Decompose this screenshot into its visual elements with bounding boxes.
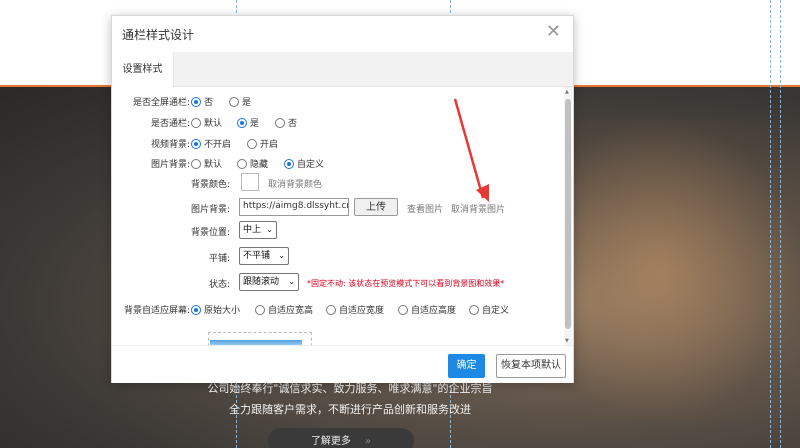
fullscreen-no-radio[interactable]: 否 (191, 95, 213, 108)
radio-icon (191, 158, 201, 169)
radio-label: 是 (250, 119, 260, 129)
double-chevron-icon: » (364, 436, 372, 447)
radio-label: 自适应高度 (411, 306, 457, 316)
dialog-title: 通栏样式设计 (122, 28, 195, 42)
banner-no-radio[interactable]: 否 (275, 116, 297, 129)
view-image-link[interactable]: 查看图片 (407, 202, 443, 215)
adaptive-height-radio[interactable]: 自适应高度 (398, 303, 456, 316)
radio-icon (247, 138, 257, 149)
image-url-input[interactable]: https://aimg8.dlssyht.cn/u (239, 198, 349, 216)
radio-checked-icon (191, 138, 201, 149)
radio-checked-icon (191, 304, 201, 315)
radio-icon (398, 304, 408, 315)
radio-checked-icon (284, 158, 294, 169)
radio-icon (469, 304, 479, 315)
learn-more-button[interactable]: 了解更多 » (268, 428, 414, 448)
video-bg-label: 视频背景: (150, 140, 190, 150)
image-bg-label: 图片背景: (150, 160, 190, 170)
dialog-body: 是否全屏通栏: 否 是 是否通栏: 默认 是 否 视频背景: 不开启 开启 图片… (112, 87, 573, 345)
state-note: *固定不动: 该状态在预览模式下可以看到背景图和效果* (307, 279, 505, 288)
video-off-radio[interactable]: 不开启 (191, 137, 231, 150)
radio-label: 默认 (204, 119, 223, 129)
upload-button[interactable]: 上传 (354, 198, 398, 216)
scroll-thumb[interactable] (565, 99, 571, 329)
tab-bar: 设置样式 (112, 52, 573, 87)
radio-icon (237, 158, 247, 169)
select-value: 不平铺 (243, 251, 271, 261)
image-hide-radio[interactable]: 隐藏 (237, 157, 268, 170)
bg-position-select[interactable]: 中上 ⌄ (239, 221, 277, 239)
reset-default-button[interactable]: 恢复本项默认 (496, 354, 566, 378)
hero-subtitle: 全力跟随客户需求，不断进行产品创新和服务改进 (229, 403, 471, 416)
color-swatch[interactable] (241, 173, 259, 191)
radio-label: 是 (242, 98, 252, 108)
banner-style-dialog: 通栏样式设计 ✕ 设置样式 是否全屏通栏: 否 是 是否通栏: 默认 是 否 视… (111, 15, 574, 383)
banner-yes-radio[interactable]: 是 (237, 116, 259, 129)
radio-label: 不开启 (204, 140, 232, 150)
select-value: 中上 (243, 225, 262, 235)
adaptive-label: 背景自适应屏幕: (123, 306, 190, 316)
layout-guide (780, 0, 781, 448)
confirm-button[interactable]: 确定 (448, 354, 485, 378)
tile-select[interactable]: 不平铺 ⌄ (239, 247, 289, 265)
video-on-radio[interactable]: 开启 (247, 137, 278, 150)
radio-label: 否 (204, 98, 214, 108)
image-default-radio[interactable]: 默认 (191, 157, 222, 170)
bg-color-label: 背景颜色: (190, 180, 230, 190)
dialog-footer: 确定 恢复本项默认 (112, 345, 573, 383)
fullscreen-label: 是否全屏通栏: (132, 98, 190, 108)
radio-icon (255, 304, 265, 315)
radio-label: 自定义 (297, 160, 325, 170)
radio-label: 原始大小 (204, 306, 241, 316)
adaptive-original-radio[interactable]: 原始大小 (191, 303, 240, 316)
state-label: 状态: (208, 280, 230, 290)
radio-label: 隐藏 (250, 160, 269, 170)
chevron-down-icon: ⌄ (266, 225, 273, 234)
cancel-bg-image-link[interactable]: 取消背景图片 (451, 202, 505, 215)
banner-default-radio[interactable]: 默认 (191, 116, 222, 129)
radio-icon (191, 117, 201, 128)
tab-set-style[interactable]: 设置样式 (112, 52, 174, 87)
radio-label: 默认 (204, 160, 223, 170)
adaptive-custom-radio[interactable]: 自定义 (469, 303, 509, 316)
layout-guide (770, 0, 771, 448)
bg-image-label: 图片背景: (190, 205, 230, 215)
adaptive-wh-radio[interactable]: 自适应宽高 (255, 303, 313, 316)
radio-checked-icon (237, 117, 247, 128)
scroll-down-icon[interactable]: ▼ (565, 338, 569, 344)
radio-label: 自适应宽高 (268, 306, 314, 316)
learn-more-label: 了解更多 (310, 436, 351, 447)
radio-icon (229, 96, 239, 107)
radio-label: 否 (288, 119, 298, 129)
radio-label: 开启 (260, 140, 279, 150)
select-value: 跟随滚动 (243, 277, 280, 287)
close-icon[interactable]: ✕ (546, 21, 561, 42)
radio-label: 自定义 (482, 306, 510, 316)
bg-position-label: 背景位置: (190, 228, 230, 238)
radio-checked-icon (191, 96, 201, 107)
image-custom-radio[interactable]: 自定义 (284, 157, 324, 170)
cancel-bg-color-link[interactable]: 取消背景颜色 (268, 177, 322, 190)
banner-label: 是否通栏: (150, 119, 190, 129)
scrollbar[interactable]: ▲ ▼ (564, 87, 572, 345)
tile-label: 平铺: (208, 254, 230, 264)
scroll-up-icon[interactable]: ▲ (565, 89, 569, 95)
chevron-down-icon: ⌄ (278, 251, 285, 260)
radio-icon (275, 117, 285, 128)
fullscreen-yes-radio[interactable]: 是 (229, 95, 251, 108)
radio-label: 自适应宽度 (339, 306, 385, 316)
state-select[interactable]: 跟随滚动 ⌄ (239, 273, 299, 291)
chevron-down-icon: ⌄ (288, 277, 295, 286)
adaptive-width-radio[interactable]: 自适应宽度 (326, 303, 384, 316)
radio-icon (326, 304, 336, 315)
